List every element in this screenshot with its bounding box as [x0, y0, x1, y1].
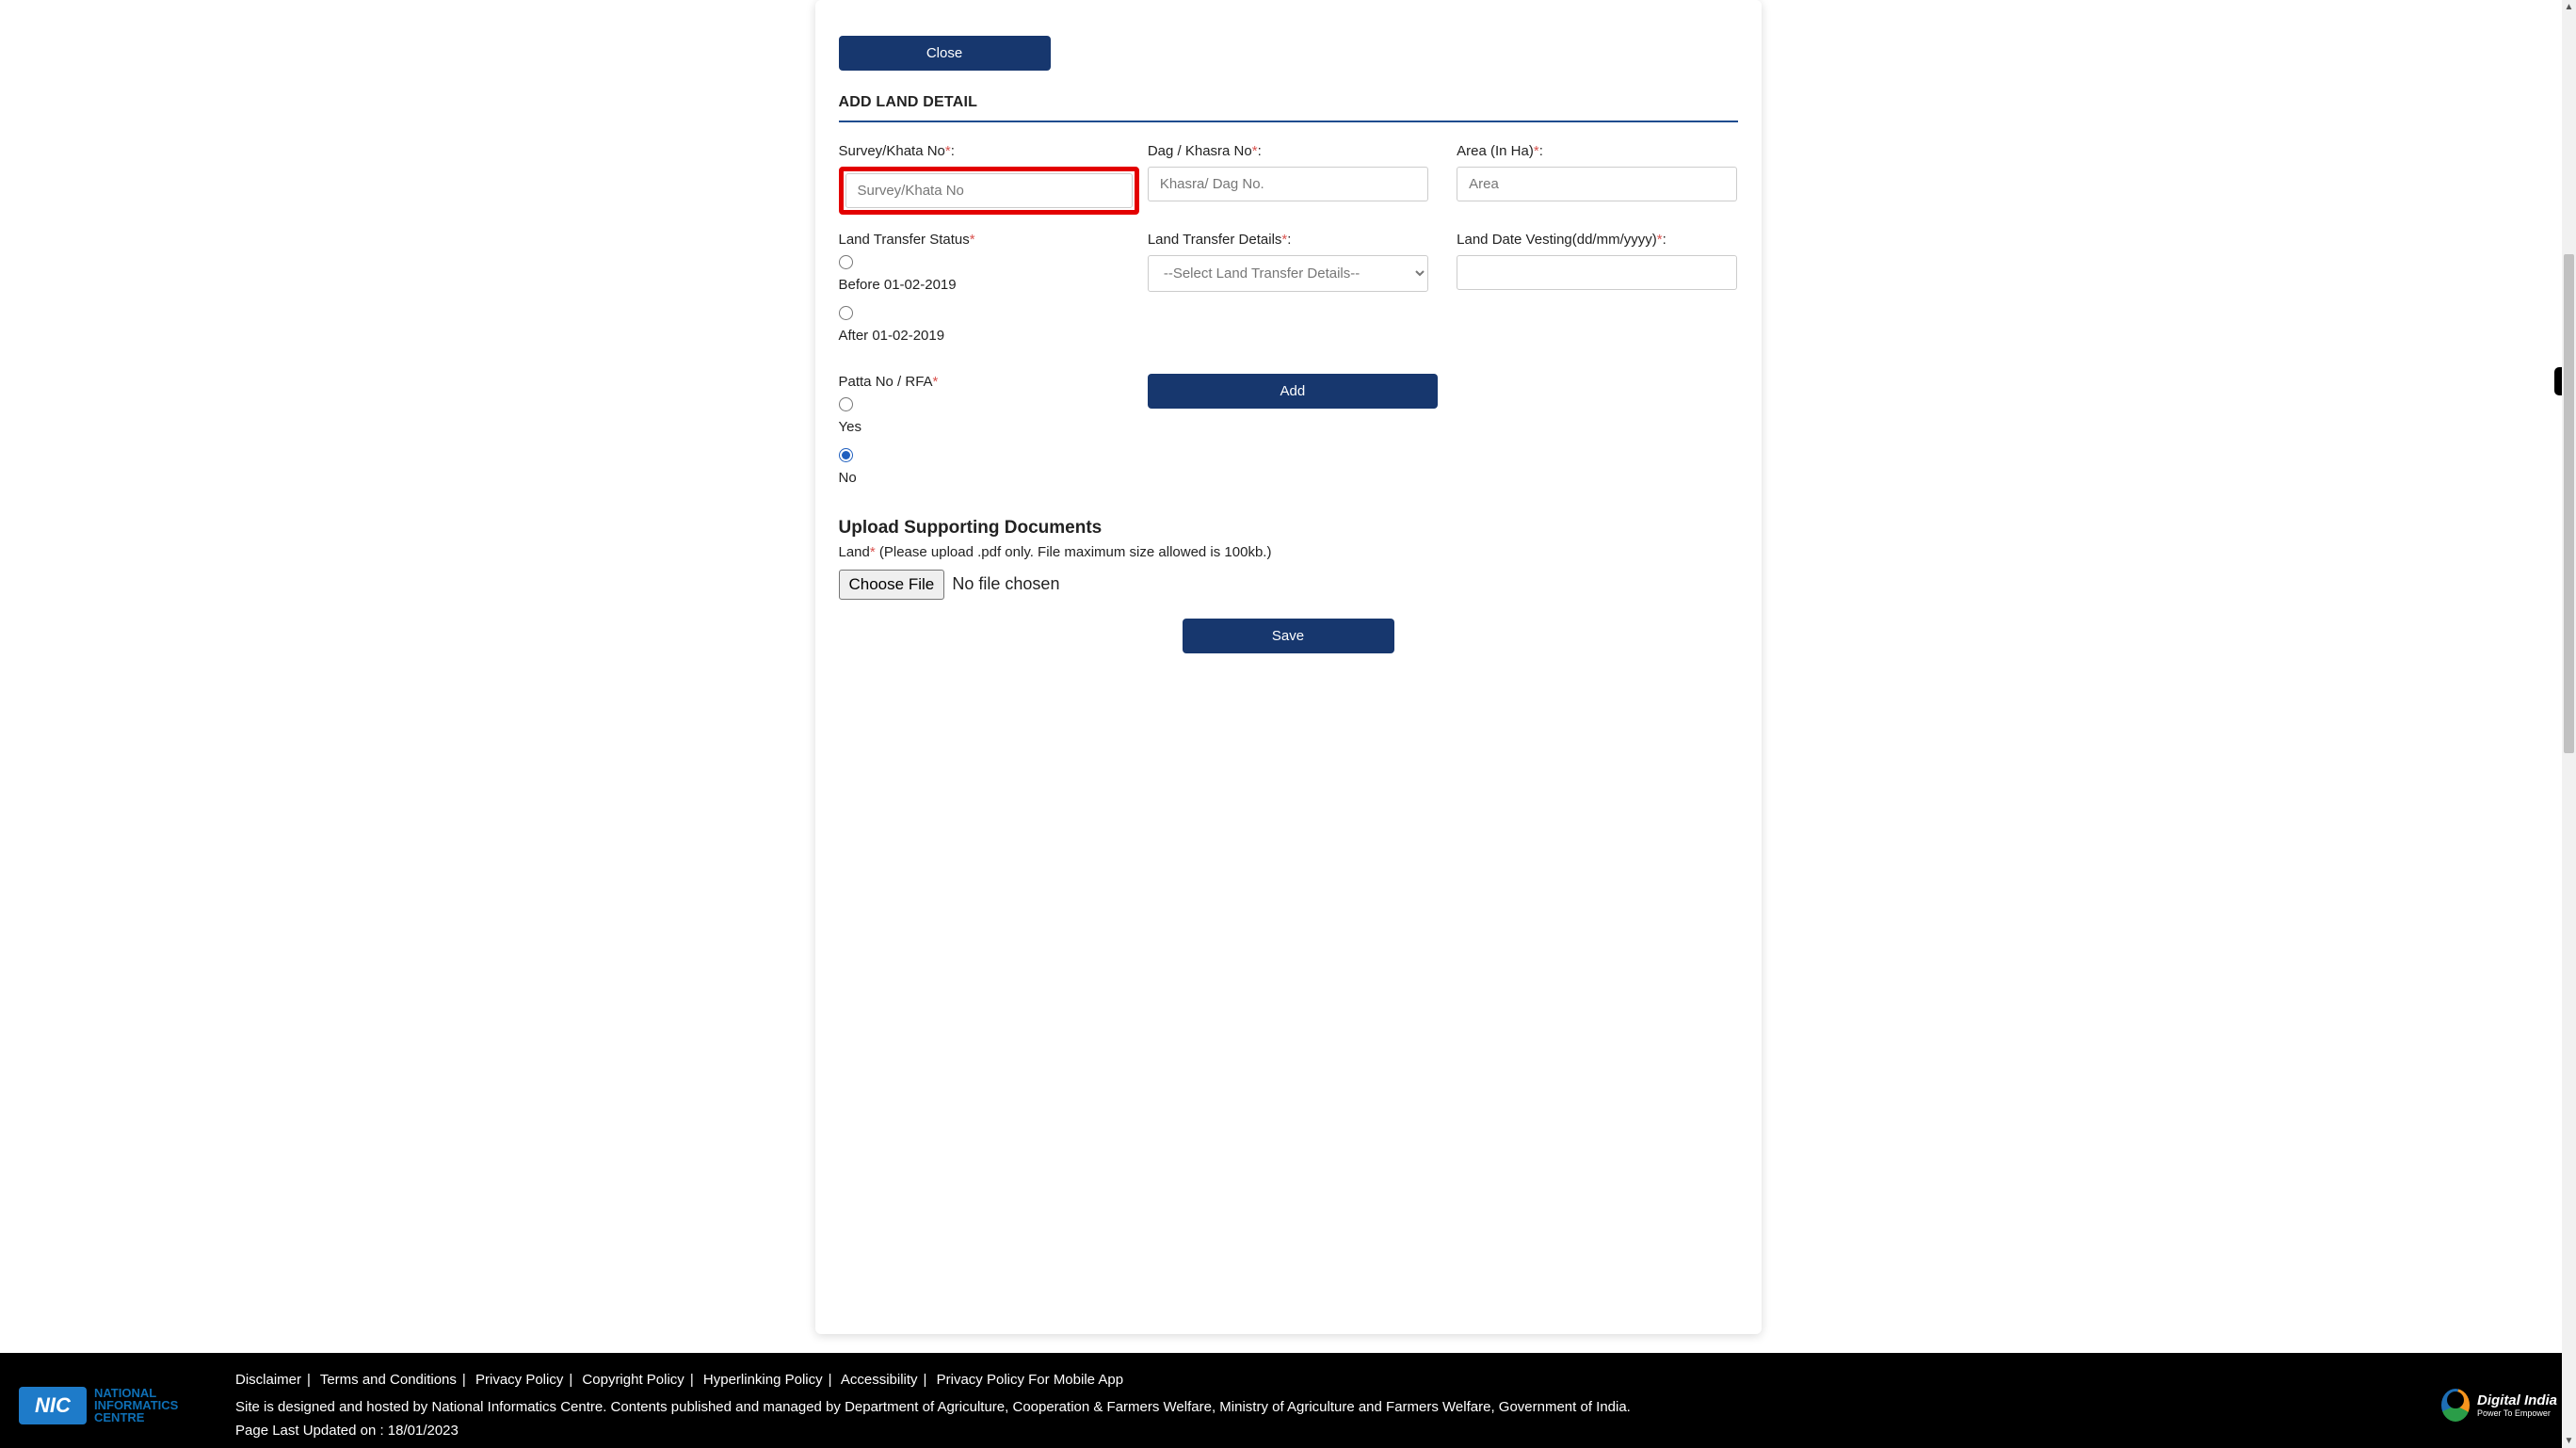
transfer-status-before-radio[interactable]	[839, 255, 853, 269]
footer-link-disclaimer[interactable]: Disclaimer	[235, 1372, 301, 1388]
scrollbar-thumb[interactable]	[2564, 254, 2574, 753]
transfer-status-before-label: Before 01-02-2019	[839, 277, 957, 293]
dag-label: Dag / Khasra No*:	[1148, 143, 1428, 159]
footer-description: Site is designed and hosted by National …	[235, 1397, 2378, 1417]
vesting-input[interactable]	[1457, 255, 1737, 290]
form-row-3: Patta No / RFA* Yes No Add	[839, 374, 1738, 499]
scrollbar-track[interactable]: ▲ ▼	[2562, 0, 2576, 1448]
nic-logo: NIC NATIONAL INFORMATICS CENTRE	[19, 1387, 178, 1424]
upload-section-title: Upload Supporting Documents	[839, 518, 1738, 539]
file-upload-row: Choose File No file chosen	[839, 570, 1738, 600]
footer-links: Disclaimer| Terms and Conditions| Privac…	[235, 1372, 2378, 1388]
digital-india-logo: Digital India Power To Empower	[2441, 1389, 2557, 1422]
footer-link-privacy[interactable]: Privacy Policy	[475, 1372, 563, 1388]
form-row-2: Land Transfer Status* Before 01-02-2019 …	[839, 232, 1738, 357]
survey-highlight-box	[839, 167, 1139, 215]
add-button[interactable]: Add	[1148, 374, 1438, 409]
vesting-label: Land Date Vesting(dd/mm/yyyy)*:	[1457, 232, 1737, 248]
footer-link-accessibility[interactable]: Accessibility	[841, 1372, 918, 1388]
close-button[interactable]: Close	[839, 36, 1051, 71]
patta-no-radio[interactable]	[839, 448, 853, 462]
digital-india-icon	[2441, 1389, 2470, 1422]
scroll-down-icon[interactable]: ▼	[2562, 1434, 2576, 1448]
save-button[interactable]: Save	[1183, 619, 1394, 653]
transfer-status-after-label: After 01-02-2019	[839, 328, 945, 344]
form-row-1: Survey/Khata No*: Dag / Khasra No*: Area…	[839, 143, 1738, 215]
patta-yes-label: Yes	[839, 419, 861, 435]
patta-yes-radio[interactable]	[839, 397, 853, 411]
transfer-details-select[interactable]: --Select Land Transfer Details--	[1148, 255, 1428, 292]
section-divider	[839, 121, 1738, 122]
upload-hint: Land* (Please upload .pdf only. File max…	[839, 544, 1738, 560]
area-label: Area (In Ha)*:	[1457, 143, 1737, 159]
footer-link-copyright[interactable]: Copyright Policy	[582, 1372, 684, 1388]
footer-link-terms[interactable]: Terms and Conditions	[320, 1372, 457, 1388]
area-input[interactable]	[1457, 167, 1737, 201]
nic-badge-icon: NIC	[19, 1387, 87, 1424]
side-handle-icon[interactable]	[2554, 367, 2562, 395]
transfer-status-label: Land Transfer Status*	[839, 232, 1119, 248]
file-status-text: No file chosen	[952, 574, 1059, 593]
transfer-status-after-radio[interactable]	[839, 306, 853, 320]
survey-label: Survey/Khata No*:	[839, 143, 1119, 159]
patta-no-label: No	[839, 470, 857, 486]
patta-label: Patta No / RFA*	[839, 374, 1119, 390]
transfer-details-label: Land Transfer Details*:	[1148, 232, 1428, 248]
footer-link-mobile-privacy[interactable]: Privacy Policy For Mobile App	[937, 1372, 1123, 1388]
dag-input[interactable]	[1148, 167, 1428, 201]
choose-file-button[interactable]: Choose File	[839, 570, 945, 600]
footer-link-hyperlinking[interactable]: Hyperlinking Policy	[703, 1372, 823, 1388]
footer-updated: Page Last Updated on : 18/01/2023	[235, 1423, 2378, 1439]
section-title-add-land: ADD LAND DETAIL	[839, 94, 1738, 111]
footer: NIC NATIONAL INFORMATICS CENTRE Disclaim…	[0, 1353, 2576, 1448]
scroll-up-icon[interactable]: ▲	[2562, 0, 2576, 14]
survey-input[interactable]	[845, 173, 1133, 208]
form-card: Close ADD LAND DETAIL Survey/Khata No*: …	[815, 0, 1762, 1334]
